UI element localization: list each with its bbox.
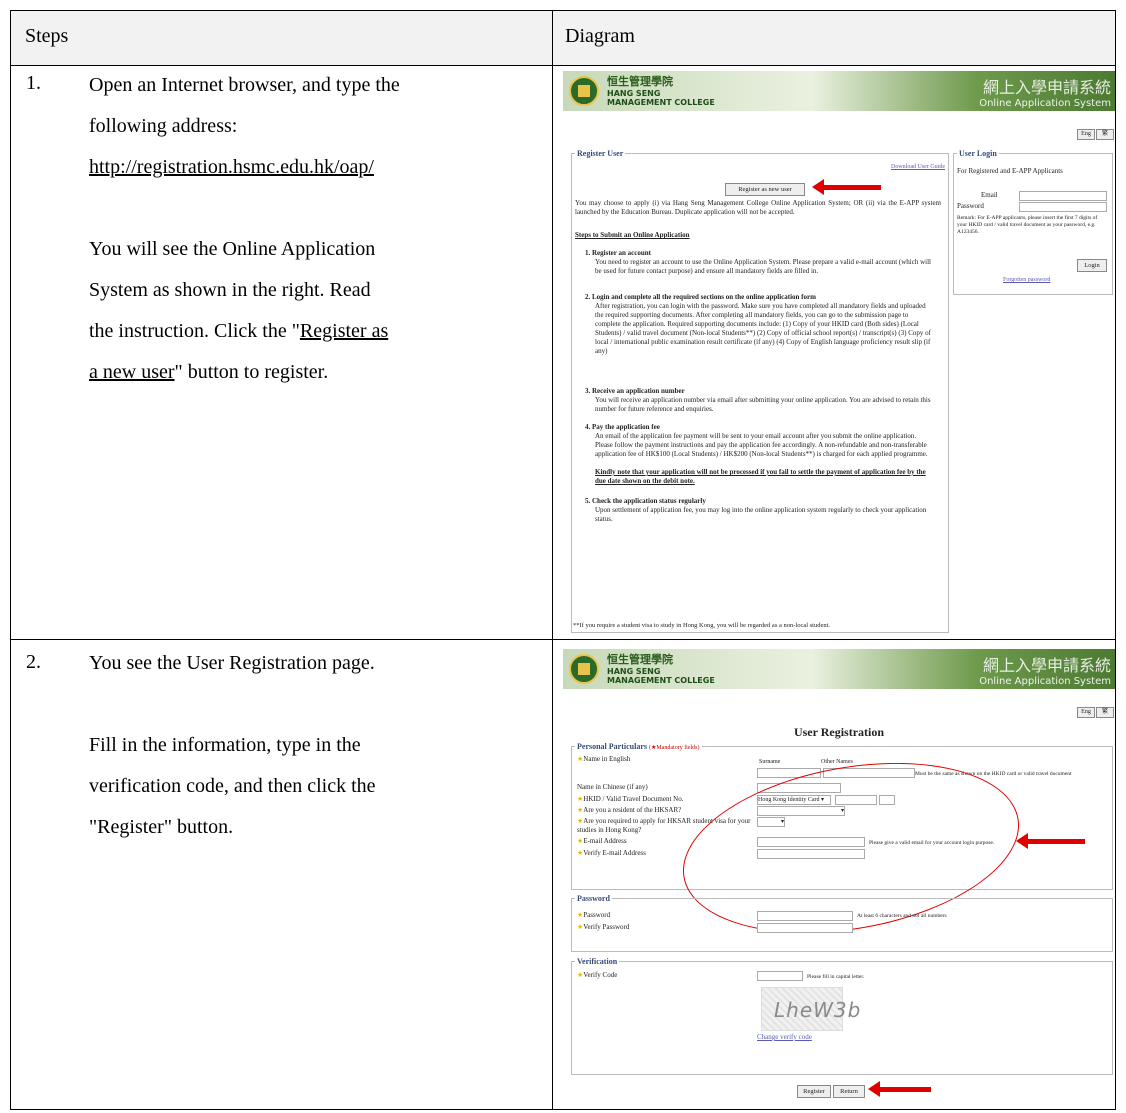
- login-email-input[interactable]: [1019, 191, 1107, 201]
- header-steps: Steps: [25, 25, 69, 47]
- s3-body: You will receive an application number v…: [595, 396, 931, 413]
- row-divider: [11, 639, 1115, 640]
- s4-bold: Kindly note that your application will n…: [595, 468, 926, 485]
- password-note: At least 6 characters and not all number…: [857, 913, 947, 919]
- lang-eng-button[interactable]: Eng: [1077, 707, 1095, 718]
- college-name-en1: HANG SENG: [607, 89, 661, 98]
- s3-title: 3. Receive an application number: [585, 387, 685, 395]
- step2-text: You see the User Registration page. Fill…: [89, 643, 549, 848]
- surname-label: Surname: [759, 759, 781, 765]
- lang-zh-button[interactable]: 繁: [1096, 707, 1114, 718]
- verify-password-label: Verify Password: [583, 923, 630, 931]
- header-diagram: Diagram: [565, 25, 635, 47]
- footnote: **If you require a student visa to study…: [573, 622, 831, 629]
- captcha-image: LheW3b: [761, 987, 860, 1031]
- login-button[interactable]: Login: [1077, 259, 1107, 272]
- step2-line2: Fill in the information, type in the: [89, 734, 361, 756]
- college-logo-icon: [569, 654, 599, 684]
- register-user-title: Register User: [575, 149, 626, 158]
- college-name-zh: 恒生管理學院: [607, 75, 673, 88]
- register-button[interactable]: Register: [797, 1085, 831, 1098]
- password-label-2: Password: [583, 911, 611, 919]
- register-link-part2: a new user: [89, 361, 175, 383]
- arrow-icon: [812, 179, 881, 195]
- hkid-label: HKID / Valid Travel Document No.: [583, 795, 684, 803]
- forgotten-password-link[interactable]: Forgotten password: [1003, 276, 1050, 285]
- register-new-user-button[interactable]: Register as new user: [725, 183, 805, 196]
- personal-title: Personal Particulars: [577, 742, 647, 751]
- email-label: Email: [981, 191, 998, 199]
- step1-number: 1.: [26, 72, 41, 94]
- step1-line2: following address:: [89, 115, 238, 137]
- change-code-link[interactable]: Change verify code: [757, 1033, 812, 1042]
- step1-text: Open an Internet browser, and type the f…: [89, 65, 549, 393]
- system-name-en: Online Application System: [979, 676, 1111, 687]
- table-header-row: Steps Diagram: [11, 11, 1115, 66]
- step1-line7: " button to register.: [174, 361, 329, 383]
- college-logo-icon: [569, 76, 599, 106]
- s1-body: You need to register an account to use t…: [595, 258, 931, 275]
- system-name-en: Online Application System: [979, 98, 1111, 109]
- name-en-label: Name in English: [583, 755, 631, 763]
- resident-label: Are you a resident of the HKSAR?: [583, 806, 682, 814]
- s2-body: After registration, you can login with t…: [595, 302, 931, 355]
- step1-line5: System as shown in the right. Read: [89, 279, 371, 301]
- instruction-table: Steps Diagram 1. Open an Internet browse…: [10, 10, 1116, 1110]
- download-guide-link[interactable]: Download User Guide: [891, 163, 945, 172]
- register-link-part1: Register as: [299, 320, 389, 342]
- arrow-icon: [868, 1081, 931, 1097]
- step1-line4: You will see the Online Application: [89, 238, 376, 260]
- verify-password-input[interactable]: [757, 923, 853, 933]
- s4-title: 4. Pay the application fee: [585, 423, 660, 431]
- s4-body: An email of the application fee payment …: [595, 432, 928, 458]
- password-input[interactable]: [757, 911, 853, 921]
- mandatory-note: (★Mandatory fields): [648, 745, 700, 751]
- step2-line3: verification code, and then click the: [89, 775, 376, 797]
- lang-zh-button[interactable]: 繁: [1096, 129, 1114, 140]
- college-name-en2: MANAGEMENT COLLEGE: [607, 98, 715, 107]
- login-subtitle: For Registered and E-APP Applicants: [957, 167, 1063, 175]
- login-password-input[interactable]: [1019, 202, 1107, 212]
- college-name-en1: HANG SENG: [607, 667, 661, 676]
- password-label: Password: [957, 202, 984, 210]
- s5-title: 5. Check the application status regularl…: [585, 497, 706, 505]
- email-label-2: E-mail Address: [583, 837, 627, 845]
- college-name-zh: 恒生管理學院: [607, 653, 673, 666]
- step2-number: 2.: [26, 651, 41, 673]
- code-note: Please fill in capital letter.: [807, 974, 865, 980]
- return-button[interactable]: Return: [833, 1085, 865, 1098]
- user-login-title: User Login: [957, 149, 999, 158]
- password-section-title: Password: [575, 894, 612, 903]
- system-name-zh: 網上入學申請系統: [982, 78, 1111, 97]
- verify-code-label: Verify Code: [583, 971, 618, 979]
- system-name-zh: 網上入學申請系統: [982, 656, 1111, 675]
- step1-url-link[interactable]: http://registration.hsmc.edu.hk/oap/: [89, 156, 374, 178]
- verification-title: Verification: [575, 957, 620, 966]
- login-remark: Remark: For E-APP applicants, please ins…: [957, 215, 1098, 235]
- captcha-text: LheW3b: [774, 998, 862, 1022]
- name-zh-label: Name in Chinese (if any): [577, 783, 648, 791]
- registration-title: User Registration: [793, 725, 885, 739]
- step1-line1: Open an Internet browser, and type the: [89, 74, 400, 96]
- step2-line1: You see the User Registration page.: [89, 652, 375, 674]
- step2-line4: "Register" button.: [89, 816, 234, 838]
- college-name-en2: MANAGEMENT COLLEGE: [607, 676, 715, 685]
- steps-heading: Steps to Submit an Online Application: [575, 231, 690, 239]
- verify-code-input[interactable]: [757, 971, 803, 981]
- screenshot-online-application: 恒生管理學院 HANG SENG MANAGEMENT COLLEGE 網上入學…: [563, 71, 1115, 635]
- verify-email-label: Verify E-mail Address: [583, 849, 646, 857]
- step1-line6: the instruction. Click the ": [89, 320, 300, 342]
- college-banner: 恒生管理學院 HANG SENG MANAGEMENT COLLEGE 網上入學…: [563, 71, 1115, 111]
- column-divider: [552, 11, 553, 1109]
- s2-title: 2. Login and complete all the required s…: [585, 293, 816, 301]
- s1-title: 1. Register an account: [585, 249, 651, 257]
- screenshot-user-registration: 恒生管理學院 HANG SENG MANAGEMENT COLLEGE 網上入學…: [563, 649, 1115, 1109]
- intro-text: You may choose to apply (i) via Hang Sen…: [575, 199, 941, 216]
- lang-eng-button[interactable]: Eng: [1077, 129, 1095, 140]
- college-banner-2: 恒生管理學院 HANG SENG MANAGEMENT COLLEGE 網上入學…: [563, 649, 1115, 689]
- arrow-icon: [1016, 833, 1085, 849]
- s5-body: Upon settlement of application fee, you …: [595, 506, 927, 523]
